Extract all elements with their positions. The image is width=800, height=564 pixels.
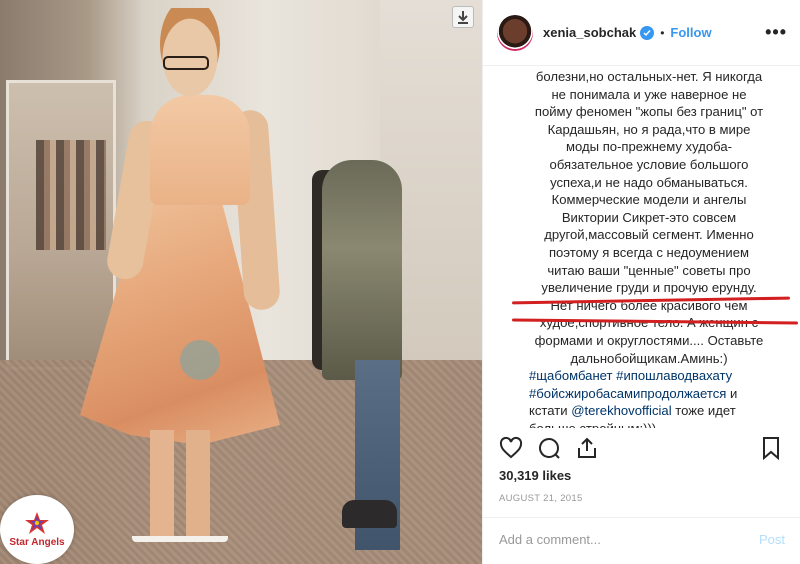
woman-glasses (163, 56, 209, 70)
caption-line: пойму феномен "жопы без границ" от (534, 104, 764, 120)
share-icon[interactable] (575, 436, 601, 462)
caption-line: Виктории Сикрет-это совсем (561, 209, 737, 225)
username[interactable]: xenia_sobchak (543, 25, 636, 40)
heart-icon[interactable] (499, 436, 525, 462)
dress-print (180, 340, 220, 380)
mention-link[interactable]: @terekhovofficial (571, 403, 671, 418)
follow-button[interactable]: Follow (670, 25, 711, 40)
woman-dress-top (150, 95, 250, 205)
likes-count[interactable]: 30,319 likes (499, 468, 571, 483)
hashtag-link[interactable]: #ипошлаводвахату (616, 368, 732, 383)
avatar[interactable] (497, 14, 533, 51)
woman-head (155, 8, 225, 98)
caption-line: успеха,и не надо обманываться. (550, 174, 748, 190)
watermark-label: Star Angels (9, 537, 65, 548)
comment-input[interactable] (499, 532, 729, 547)
background-clothes (36, 140, 106, 250)
caption-line: моды по-прежнему худоба- (566, 139, 732, 155)
caption-line: увеличение груди и прочую ерунду. (541, 280, 757, 296)
background-person-shoe (342, 500, 397, 528)
bookmark-icon[interactable] (759, 436, 785, 462)
caption-line: больше стройным:))) (499, 420, 799, 428)
caption-text: и (726, 385, 738, 401)
caption-text: кстати (529, 403, 572, 419)
caption-line: болезни,но остальных-нет. Я никогда (535, 69, 763, 84)
star-angels-watermark: Star Angels (0, 495, 74, 564)
post-sidebar: xenia_sobchak • Follow ••• болезни,но ос… (482, 0, 800, 564)
caption-line: поэтому я всегда с недоумением (548, 244, 750, 260)
post-header: xenia_sobchak • Follow ••• (483, 0, 800, 66)
caption-mention-line: кстати @terekhovofficial тоже идет (499, 402, 799, 420)
post-actions (499, 436, 785, 464)
comment-icon[interactable] (537, 436, 563, 462)
caption-text: тоже идет (671, 403, 736, 419)
separator-dot: • (660, 25, 665, 40)
caption-hashtag-line: #бойсжиробасамипродолжается и (499, 385, 799, 403)
caption-line: Кардашьян, но я рада,что в мире (547, 121, 751, 137)
hashtag-link[interactable]: #бойсжиробасамипродолжается (529, 386, 726, 401)
star-icon (25, 512, 49, 534)
post-caption: болезни,но остальных-нет. Я никогда не п… (499, 68, 799, 428)
caption-line: другой,массовый сегмент. Именно (544, 227, 754, 243)
download-icon[interactable] (452, 6, 474, 28)
woman-shoes (132, 520, 228, 542)
caption-line: обязательное условие большого (549, 156, 749, 172)
caption-line: не понимала и уже наверное не (551, 86, 747, 102)
post-photo[interactable] (0, 0, 482, 564)
comment-bar: Post (483, 517, 800, 564)
hashtag-link[interactable]: #щабомбанет (529, 368, 613, 383)
post-date: AUGUST 21, 2015 (499, 493, 583, 504)
caption-hashtag-line: #щабомбанет #ипошлаводвахату (499, 367, 799, 385)
post-comment-button[interactable]: Post (759, 532, 785, 547)
caption-line: читаю ваши "ценные" советы про (547, 262, 751, 278)
caption-line: формами и округлостями.... Оставьте (534, 332, 764, 348)
caption-line: дальнобойщикам.Аминь:) (570, 350, 728, 366)
caption-line: Коммерческие модели и ангелы (551, 192, 747, 208)
background-dress-on-rack (322, 160, 402, 380)
more-options-icon[interactable]: ••• (765, 22, 787, 43)
verified-badge-icon (640, 25, 655, 40)
